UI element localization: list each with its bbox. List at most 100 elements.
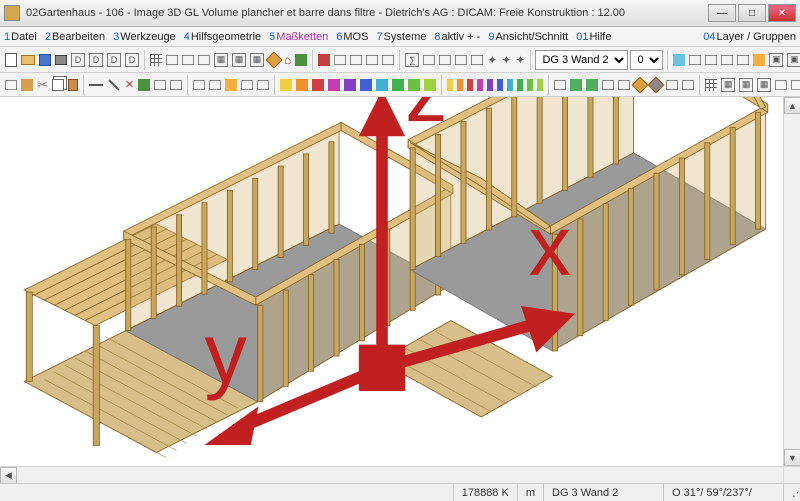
save-button[interactable] [38, 50, 52, 70]
menu-layer-gruppen[interactable]: 04Layer / Gruppen [703, 31, 796, 43]
menu-ansicht[interactable]: 9Ansicht/Schnitt [488, 31, 568, 43]
edit1-button[interactable] [4, 75, 18, 95]
menu-mos[interactable]: 6MOS [336, 31, 368, 43]
par-purple-button[interactable] [486, 75, 494, 95]
snap4-button[interactable] [720, 50, 734, 70]
scroll-up-button[interactable]: ▲ [784, 97, 800, 114]
disp5-button[interactable] [774, 75, 788, 95]
draw1-button[interactable] [88, 75, 104, 95]
draw4-button[interactable] [137, 75, 151, 95]
func3-button[interactable] [365, 50, 379, 70]
par-orange-button[interactable] [456, 75, 464, 95]
new-file-button[interactable] [4, 50, 18, 70]
disp1-button[interactable] [704, 75, 718, 95]
maximize-button[interactable]: □ [738, 4, 766, 22]
par-lime-button[interactable] [536, 75, 544, 95]
draw3-button[interactable]: ✕ [124, 75, 135, 95]
col-blue-button[interactable] [359, 75, 373, 95]
par-green-button[interactable] [516, 75, 524, 95]
status-resize-grip[interactable]: ⋰ [783, 484, 800, 501]
close-button[interactable]: ✕ [768, 4, 796, 22]
module2-button[interactable] [197, 50, 211, 70]
func1-button[interactable] [333, 50, 347, 70]
par-blue-button[interactable] [496, 75, 504, 95]
col-red-button[interactable] [311, 75, 325, 95]
snap6-button[interactable] [752, 50, 766, 70]
shape4-button[interactable] [240, 75, 254, 95]
func10-button[interactable]: ✦ [500, 50, 512, 70]
menu-massketten[interactable]: 5Maßketten [269, 31, 328, 43]
house-button[interactable]: ⌂ [283, 50, 292, 70]
disp4-button[interactable]: ▦ [756, 75, 772, 95]
func7-button[interactable] [454, 50, 468, 70]
col-purple-button[interactable] [343, 75, 357, 95]
par-yellow-button[interactable] [446, 75, 454, 95]
extra9-button[interactable] [681, 75, 695, 95]
par-cyan-button[interactable] [506, 75, 514, 95]
func2-button[interactable] [349, 50, 363, 70]
cut-button[interactable]: ✂ [36, 75, 49, 95]
index-dropdown[interactable]: 0 [630, 50, 663, 70]
module1-button[interactable] [181, 50, 195, 70]
context-dropdown[interactable]: DG 3 Wand 2 [535, 50, 628, 70]
shape1-button[interactable] [192, 75, 206, 95]
shape3-button[interactable] [224, 75, 238, 95]
menu-bearbeiten[interactable]: 2Bearbeiten [45, 31, 105, 43]
print-button[interactable] [54, 50, 68, 70]
extra4-button[interactable] [601, 75, 615, 95]
func4-button[interactable] [381, 50, 395, 70]
scroll-left-button[interactable]: ◀ [0, 467, 17, 484]
func6-button[interactable] [438, 50, 452, 70]
func5-button[interactable] [422, 50, 436, 70]
disp2-button[interactable]: ▦ [720, 75, 736, 95]
draw5-button[interactable] [153, 75, 167, 95]
disp6-button[interactable] [790, 75, 800, 95]
module5-button[interactable]: ▦ [249, 50, 265, 70]
snap5-button[interactable] [736, 50, 750, 70]
par-green2-button[interactable] [526, 75, 534, 95]
module3-button[interactable]: ▦ [213, 50, 229, 70]
extra7-button[interactable] [649, 75, 663, 95]
module6-button[interactable] [267, 50, 281, 70]
menu-hilfsgeometrie[interactable]: 4Hilfsgeometrie [184, 31, 261, 43]
func8-button[interactable] [470, 50, 484, 70]
view1-button[interactable]: ▣ [768, 50, 784, 70]
green-button[interactable] [294, 50, 308, 70]
d1-button[interactable]: D [70, 50, 86, 70]
d4-button[interactable]: D [124, 50, 140, 70]
d3-button[interactable]: D [106, 50, 122, 70]
edit2-button[interactable] [20, 75, 34, 95]
col-green-button[interactable] [391, 75, 405, 95]
shape5-button[interactable] [256, 75, 270, 95]
vertical-scrollbar[interactable]: ▲ ▼ [783, 97, 800, 466]
col-yellow-button[interactable] [279, 75, 293, 95]
snap2-button[interactable] [688, 50, 702, 70]
horizontal-scrollbar[interactable]: ◀ ▶ [0, 466, 783, 483]
shape2-button[interactable] [208, 75, 222, 95]
menu-systeme[interactable]: 7Systeme [376, 31, 426, 43]
menu-datei[interactable]: 1Datei [4, 31, 37, 43]
minimize-button[interactable]: — [708, 4, 736, 22]
menu-hilfe[interactable]: 01Hilfe [576, 31, 611, 43]
red1-button[interactable] [317, 50, 331, 70]
menu-werkzeuge[interactable]: 3Werkzeuge [113, 31, 176, 43]
scroll-down-button[interactable]: ▼ [784, 449, 800, 466]
extra6-button[interactable] [633, 75, 647, 95]
col-magenta-button[interactable] [327, 75, 341, 95]
module4-button[interactable]: ▦ [231, 50, 247, 70]
d2-button[interactable]: D [88, 50, 104, 70]
grid-button[interactable] [149, 50, 163, 70]
draw6-button[interactable] [169, 75, 183, 95]
menu-aktiv[interactable]: 8aktiv + - [434, 31, 480, 43]
disp3-button[interactable]: ▦ [738, 75, 754, 95]
col-cyan-button[interactable] [375, 75, 389, 95]
copy-button[interactable] [51, 75, 65, 95]
window-button[interactable] [165, 50, 179, 70]
func9-button[interactable]: ✦ [486, 50, 498, 70]
open-file-button[interactable] [20, 50, 36, 70]
extra5-button[interactable] [617, 75, 631, 95]
paste-button[interactable] [67, 75, 79, 95]
par-red-button[interactable] [466, 75, 474, 95]
snap3-button[interactable] [704, 50, 718, 70]
func11-button[interactable]: ✦ [514, 50, 526, 70]
